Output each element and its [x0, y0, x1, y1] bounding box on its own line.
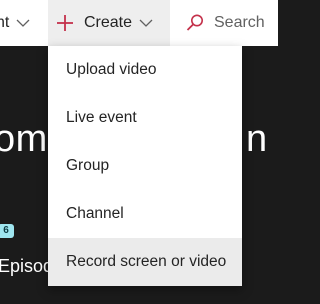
chevron-down-icon [16, 19, 30, 27]
menu-item-live-event[interactable]: Live event [48, 94, 242, 142]
top-navigation-bar: nt Create Search [0, 0, 278, 46]
page-subtitle-fragment: Episod [0, 256, 54, 276]
menu-item-channel[interactable]: Channel [48, 190, 242, 238]
nav-item-previous-label: nt [0, 14, 10, 31]
menu-item-label: Record screen or video [66, 253, 227, 270]
menu-item-label: Channel [66, 205, 124, 222]
create-dropdown-menu: Upload video Live event Group Channel Re… [48, 46, 242, 286]
create-button-label: Create [84, 14, 133, 31]
create-button[interactable]: Create [48, 0, 170, 46]
page-title-fragment: om [0, 118, 48, 160]
search-placeholder: Search [214, 14, 265, 31]
page-title-fragment-right: n [246, 118, 268, 160]
search-box[interactable]: Search [172, 0, 278, 46]
status-badge: 6 [0, 224, 14, 238]
menu-item-upload-video[interactable]: Upload video [48, 46, 242, 94]
menu-item-label: Live event [66, 109, 137, 126]
nav-item-previous[interactable]: nt [0, 0, 30, 46]
menu-item-label: Group [66, 157, 110, 174]
chevron-down-icon [139, 19, 153, 27]
search-icon [186, 14, 204, 32]
menu-item-record-screen[interactable]: Record screen or video [48, 238, 242, 286]
menu-item-group[interactable]: Group [48, 142, 242, 190]
plus-icon [56, 14, 74, 32]
menu-item-label: Upload video [66, 61, 157, 78]
